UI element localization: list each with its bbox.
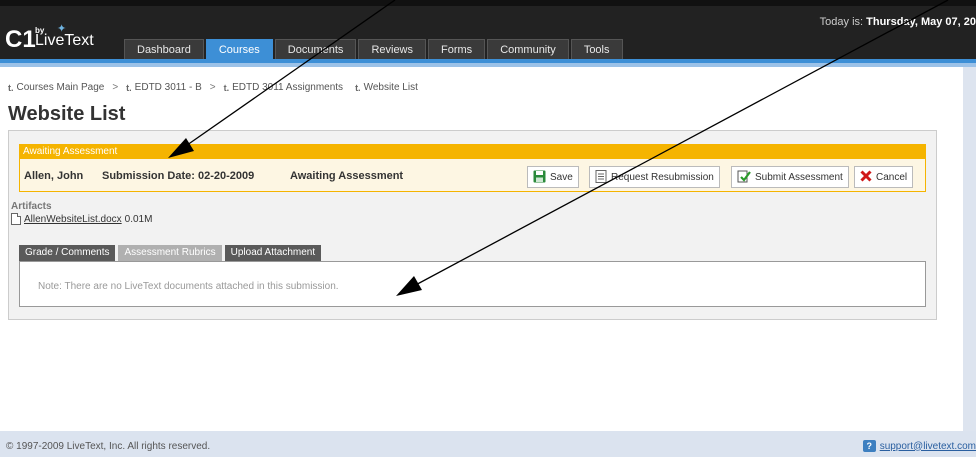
submission-date: Submission Date: 02-20-2009 bbox=[102, 170, 255, 182]
question-icon: ? bbox=[862, 440, 876, 452]
submit-assessment-button[interactable]: Submit Assessment bbox=[731, 166, 849, 188]
status-header: Awaiting Assessment bbox=[19, 144, 926, 159]
floppy-disk-icon bbox=[533, 170, 546, 185]
breadcrumb-icon: t. bbox=[8, 82, 14, 93]
nav-tab-tools[interactable]: Tools bbox=[570, 39, 623, 59]
top-strip bbox=[0, 0, 976, 6]
student-name: Allen, John bbox=[24, 170, 84, 182]
submission-row: Allen, John Submission Date: 02-20-2009 … bbox=[19, 159, 926, 192]
right-scroll-strip bbox=[963, 67, 976, 431]
artifact-file-size: 0.01M bbox=[124, 213, 153, 225]
status-text: Awaiting Assessment bbox=[290, 170, 404, 182]
livetext-logo[interactable]: C1 by LiveText ✦ bbox=[5, 22, 115, 53]
cancel-label: Cancel bbox=[876, 171, 908, 183]
logo-c1: C1 bbox=[5, 26, 36, 53]
red-x-icon bbox=[860, 170, 872, 184]
breadcrumb-current: t. Website List bbox=[355, 82, 418, 93]
nav-tab-reviews[interactable]: Reviews bbox=[358, 39, 427, 59]
logo-mark-icon: ✦ bbox=[57, 23, 67, 35]
nav-tab-dashboard[interactable]: Dashboard bbox=[124, 39, 204, 59]
breadcrumb-assignments[interactable]: t. EDTD 3011 Assignments bbox=[224, 82, 343, 93]
artifacts-label: Artifacts bbox=[11, 201, 52, 212]
artifact-file-link[interactable]: AllenWebsiteList.docx bbox=[24, 214, 122, 225]
page-title: Website List bbox=[8, 103, 126, 125]
request-resubmission-button[interactable]: Request Resubmission bbox=[589, 166, 720, 188]
tab-upload-attachment[interactable]: Upload Attachment bbox=[224, 245, 322, 261]
save-label: Save bbox=[550, 171, 573, 183]
support-email-link[interactable]: support@livetext.com bbox=[880, 441, 976, 452]
main-nav: Dashboard Courses Documents Reviews Form… bbox=[124, 39, 623, 59]
assessment-panel: Awaiting Assessment Allen, John Submissi… bbox=[8, 130, 937, 320]
nav-tab-community[interactable]: Community bbox=[487, 39, 569, 59]
breadcrumb-icon: t. bbox=[223, 82, 230, 93]
app-header: C1 by LiveText ✦ Today is: Thursday, May… bbox=[0, 0, 976, 67]
cancel-button[interactable]: Cancel bbox=[854, 166, 914, 188]
request-resubmission-label: Request Resubmission bbox=[611, 171, 714, 183]
breadcrumb-separator: > bbox=[209, 82, 216, 93]
copyright-text: © 1997-2009 LiveText, Inc. All rights re… bbox=[6, 441, 211, 452]
breadcrumb-separator: > bbox=[112, 82, 119, 93]
file-icon bbox=[11, 213, 21, 225]
no-documents-note: Note: There are no LiveText documents at… bbox=[38, 281, 339, 292]
save-button[interactable]: Save bbox=[527, 166, 579, 188]
assessment-subtabs: Grade / Comments Assessment Rubrics Uplo… bbox=[19, 245, 322, 261]
tab-content-panel: Note: There are no LiveText documents at… bbox=[19, 261, 926, 307]
breadcrumb-label: Website List bbox=[363, 82, 418, 93]
nav-tab-documents[interactable]: Documents bbox=[274, 39, 357, 59]
breadcrumb-icon: t. bbox=[126, 82, 132, 93]
submit-assessment-label: Submit Assessment bbox=[755, 171, 843, 183]
breadcrumb-label: EDTD 3011 - B bbox=[134, 82, 202, 93]
nav-underline-light bbox=[0, 63, 976, 67]
today-date-display: Today is: Thursday, May 07, 20 bbox=[820, 16, 976, 28]
document-icon bbox=[595, 169, 607, 185]
breadcrumb-label: EDTD 3011 Assignments bbox=[232, 82, 344, 93]
support-link-group: ? support@livetext.com bbox=[862, 440, 976, 452]
breadcrumb: t. Courses Main Page > t. EDTD 3011 - B … bbox=[8, 82, 418, 93]
tab-grade-comments[interactable]: Grade / Comments bbox=[19, 245, 116, 261]
checkmark-document-icon bbox=[737, 170, 751, 185]
breadcrumb-icon: t. bbox=[355, 82, 361, 93]
breadcrumb-course[interactable]: t. EDTD 3011 - B bbox=[126, 82, 202, 93]
today-date: Thursday, May 07, 20 bbox=[866, 16, 976, 28]
tab-assessment-rubrics[interactable]: Assessment Rubrics bbox=[118, 245, 222, 261]
footer: © 1997-2009 LiveText, Inc. All rights re… bbox=[0, 431, 976, 457]
nav-tab-courses[interactable]: Courses bbox=[205, 39, 273, 59]
today-prefix: Today is: bbox=[819, 16, 867, 28]
nav-tab-forms[interactable]: Forms bbox=[428, 39, 486, 59]
breadcrumb-label: Courses Main Page bbox=[16, 82, 105, 93]
artifact-item: AllenWebsiteList.docx 0.01M bbox=[11, 213, 152, 225]
breadcrumb-courses-main[interactable]: t. Courses Main Page bbox=[8, 82, 104, 93]
